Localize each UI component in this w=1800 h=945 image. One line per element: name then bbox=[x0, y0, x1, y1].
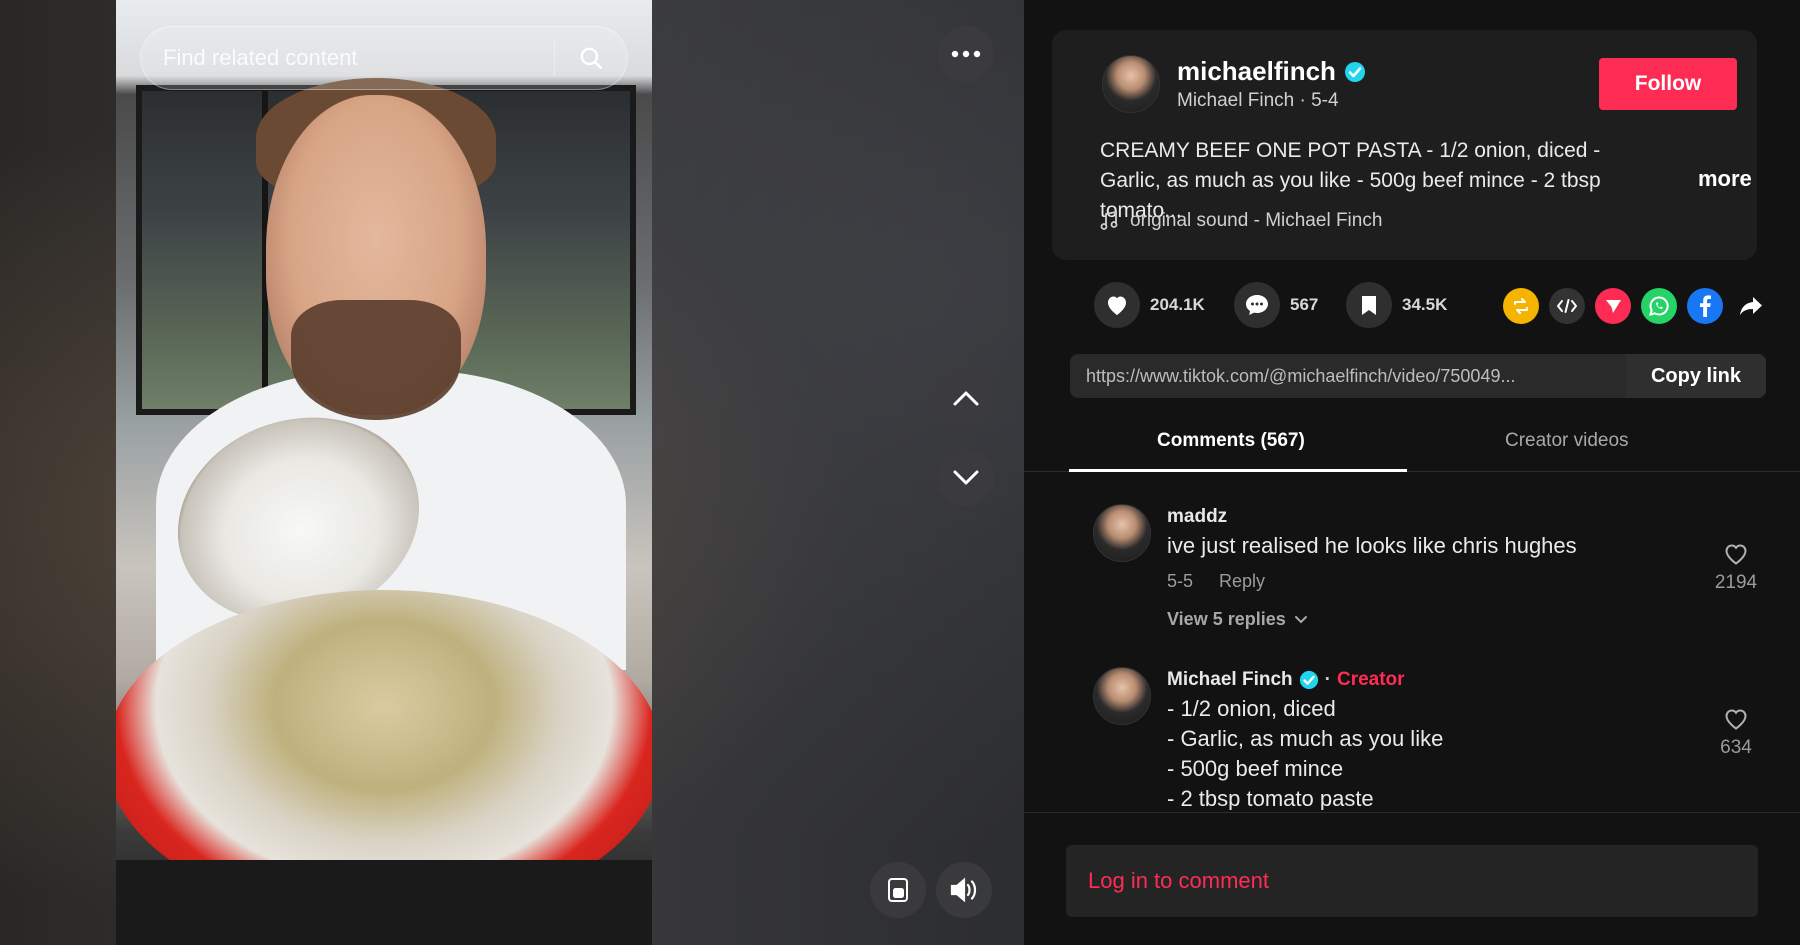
chevron-down-small-icon bbox=[1294, 616, 1307, 624]
heart-outline-icon[interactable] bbox=[1723, 707, 1749, 731]
share-link-url[interactable]: https://www.tiktok.com/@michaelfinch/vid… bbox=[1070, 366, 1626, 387]
comment-line: - 500g beef mince bbox=[1167, 756, 1344, 781]
save-button[interactable] bbox=[1346, 282, 1392, 328]
comment-line: - 2 tbsp tomato paste bbox=[1167, 786, 1374, 810]
creator-username[interactable]: michaelfinch bbox=[1177, 56, 1336, 87]
like-action[interactable]: 204.1K bbox=[1094, 282, 1205, 328]
repost-arrows-icon bbox=[1514, 298, 1528, 314]
picture-in-picture-button[interactable] bbox=[870, 862, 926, 918]
creator-separator: · bbox=[1324, 669, 1331, 690]
creator-display-name: Michael Finch bbox=[1177, 90, 1295, 111]
comment-bubble-icon bbox=[1246, 295, 1268, 315]
comment-like-count: 634 bbox=[1720, 737, 1752, 758]
save-action[interactable]: 34.5K bbox=[1346, 282, 1447, 328]
comment-action[interactable]: 567 bbox=[1234, 282, 1318, 328]
tab-comments[interactable]: Comments (567) bbox=[1157, 430, 1305, 452]
comment-item: Michael Finch · Creator - 1/2 onion, dic… bbox=[1069, 667, 1752, 810]
volume-button[interactable] bbox=[936, 862, 992, 918]
caption-more-link[interactable]: more bbox=[1698, 166, 1752, 192]
comment-footer: Log in to comment bbox=[1024, 812, 1800, 945]
video-info-card: michaelfinch Michael Finch · 5-4 Follow … bbox=[1052, 30, 1757, 260]
verified-badge-icon bbox=[1344, 61, 1365, 82]
picture-in-picture-icon bbox=[888, 878, 908, 902]
creator-subline: Michael Finch · 5-4 bbox=[1177, 90, 1339, 112]
details-panel: michaelfinch Michael Finch · 5-4 Follow … bbox=[1024, 0, 1800, 945]
video-stove bbox=[116, 860, 652, 945]
code-brackets-icon bbox=[1557, 299, 1577, 313]
more-horizontal-icon bbox=[951, 50, 981, 58]
creator-username-row[interactable]: michaelfinch bbox=[1177, 56, 1366, 87]
previous-video-button[interactable] bbox=[938, 370, 994, 426]
commenter-avatar[interactable] bbox=[1093, 667, 1151, 725]
reply-button[interactable]: Reply bbox=[1219, 571, 1265, 592]
video-player[interactable] bbox=[116, 0, 652, 945]
sound-name[interactable]: original sound - Michael Finch bbox=[1130, 210, 1382, 232]
chevron-down-icon bbox=[953, 470, 979, 485]
like-button[interactable] bbox=[1094, 282, 1140, 328]
more-options-button[interactable] bbox=[938, 26, 994, 82]
send-icon[interactable] bbox=[1595, 288, 1631, 324]
paper-plane-icon bbox=[1606, 300, 1621, 313]
comment-meta: 5-5 Reply bbox=[1167, 571, 1265, 592]
next-video-button[interactable] bbox=[938, 450, 994, 506]
comment-button[interactable] bbox=[1234, 282, 1280, 328]
commenter-name-text[interactable]: maddz bbox=[1167, 506, 1227, 528]
comment-count: 567 bbox=[1290, 295, 1319, 314]
share-link-row: https://www.tiktok.com/@michaelfinch/vid… bbox=[1070, 354, 1766, 398]
tab-creator-videos[interactable]: Creator videos bbox=[1505, 430, 1629, 452]
like-count: 204.1K bbox=[1150, 295, 1205, 314]
search-icon bbox=[580, 47, 602, 69]
comment-like: 2194 bbox=[1706, 542, 1766, 594]
subline-separator: · bbox=[1299, 90, 1306, 111]
save-count: 34.5K bbox=[1402, 295, 1448, 314]
comment-list: maddz ive just realised he looks like ch… bbox=[1024, 480, 1800, 810]
log-in-to-comment-button[interactable]: Log in to comment bbox=[1066, 845, 1758, 917]
music-note-icon bbox=[1100, 211, 1118, 230]
active-tab-indicator bbox=[1069, 469, 1407, 472]
comment-item: maddz ive just realised he looks like ch… bbox=[1069, 504, 1757, 644]
video-stage bbox=[0, 0, 1024, 945]
sound-row[interactable]: original sound - Michael Finch bbox=[1100, 210, 1382, 232]
creator-avatar[interactable] bbox=[1102, 55, 1160, 113]
comment-line: - Garlic, as much as you like bbox=[1167, 726, 1444, 751]
post-date: 5-4 bbox=[1311, 90, 1339, 111]
video-person-beard bbox=[291, 300, 461, 420]
follow-button[interactable]: Follow bbox=[1599, 58, 1737, 110]
view-replies-label[interactable]: View 5 replies bbox=[1167, 609, 1286, 630]
comment-like-count: 2194 bbox=[1714, 572, 1758, 593]
creator-tag: Creator bbox=[1336, 669, 1405, 690]
comment-date: 5-5 bbox=[1167, 571, 1194, 591]
action-bar: 204.1K 567 34.5K bbox=[1064, 282, 1784, 332]
verified-badge-icon bbox=[1299, 670, 1318, 690]
commenter-name-text[interactable]: Michael Finch bbox=[1167, 669, 1293, 691]
facebook-f-icon bbox=[1700, 295, 1711, 317]
comment-text: - 1/2 onion, diced - Garlic, as much as … bbox=[1167, 694, 1443, 810]
whatsapp-icon[interactable] bbox=[1641, 288, 1677, 324]
volume-icon bbox=[950, 877, 977, 903]
comment-line: - 1/2 onion, diced bbox=[1167, 696, 1336, 721]
facebook-icon[interactable] bbox=[1687, 288, 1723, 324]
comment-text: ive just realised he looks like chris hu… bbox=[1167, 533, 1577, 558]
commenter-name[interactable]: Michael Finch · Creator bbox=[1167, 669, 1405, 691]
search-button[interactable] bbox=[555, 27, 627, 89]
commenter-avatar[interactable] bbox=[1093, 504, 1151, 562]
heart-outline-icon[interactable] bbox=[1723, 542, 1749, 566]
commenter-name[interactable]: maddz bbox=[1167, 506, 1227, 528]
view-replies-button[interactable]: View 5 replies bbox=[1167, 609, 1308, 630]
chevron-up-icon bbox=[953, 391, 979, 406]
repost-icon[interactable] bbox=[1503, 288, 1539, 324]
phone-bubble-icon bbox=[1649, 296, 1669, 316]
bookmark-icon bbox=[1362, 296, 1376, 315]
share-arrow-icon[interactable] bbox=[1733, 288, 1769, 324]
search-bar bbox=[140, 26, 628, 90]
heart-icon bbox=[1108, 296, 1126, 315]
embed-icon[interactable] bbox=[1549, 288, 1585, 324]
copy-link-button[interactable]: Copy link bbox=[1626, 354, 1766, 398]
tab-bar: Comments (567) Creator videos bbox=[1024, 420, 1800, 472]
comment-like: 634 bbox=[1706, 707, 1766, 759]
search-input[interactable] bbox=[141, 27, 554, 89]
forward-arrow-icon bbox=[1740, 297, 1762, 315]
